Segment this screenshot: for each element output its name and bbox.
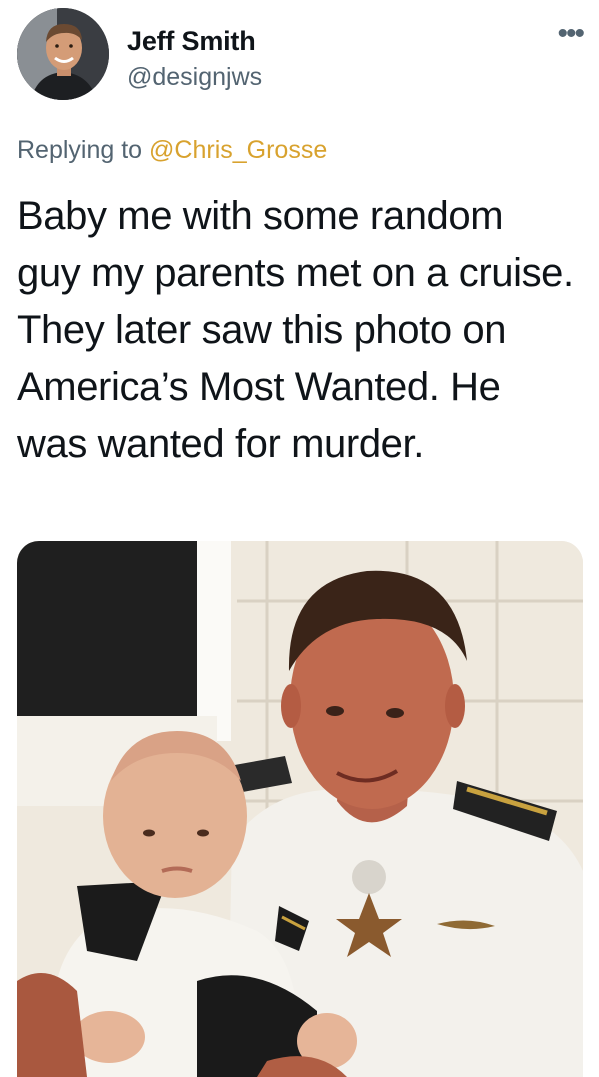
- replying-to: Replying to @Chris_Grosse: [17, 136, 327, 165]
- author-name[interactable]: Jeff Smith: [127, 26, 256, 57]
- author-handle[interactable]: @designjws: [127, 63, 262, 92]
- more-dots-icon[interactable]: •••: [557, 19, 584, 49]
- avatar[interactable]: [17, 8, 109, 100]
- mention-link[interactable]: @Chris_Grosse: [149, 136, 327, 164]
- tweet-header: Jeff Smith @designjws •••: [17, 8, 585, 108]
- tweet-photo[interactable]: [17, 541, 583, 1077]
- tweet-text: Baby me with some random guy my parents …: [17, 194, 574, 466]
- replying-to-label: Replying to: [17, 136, 150, 164]
